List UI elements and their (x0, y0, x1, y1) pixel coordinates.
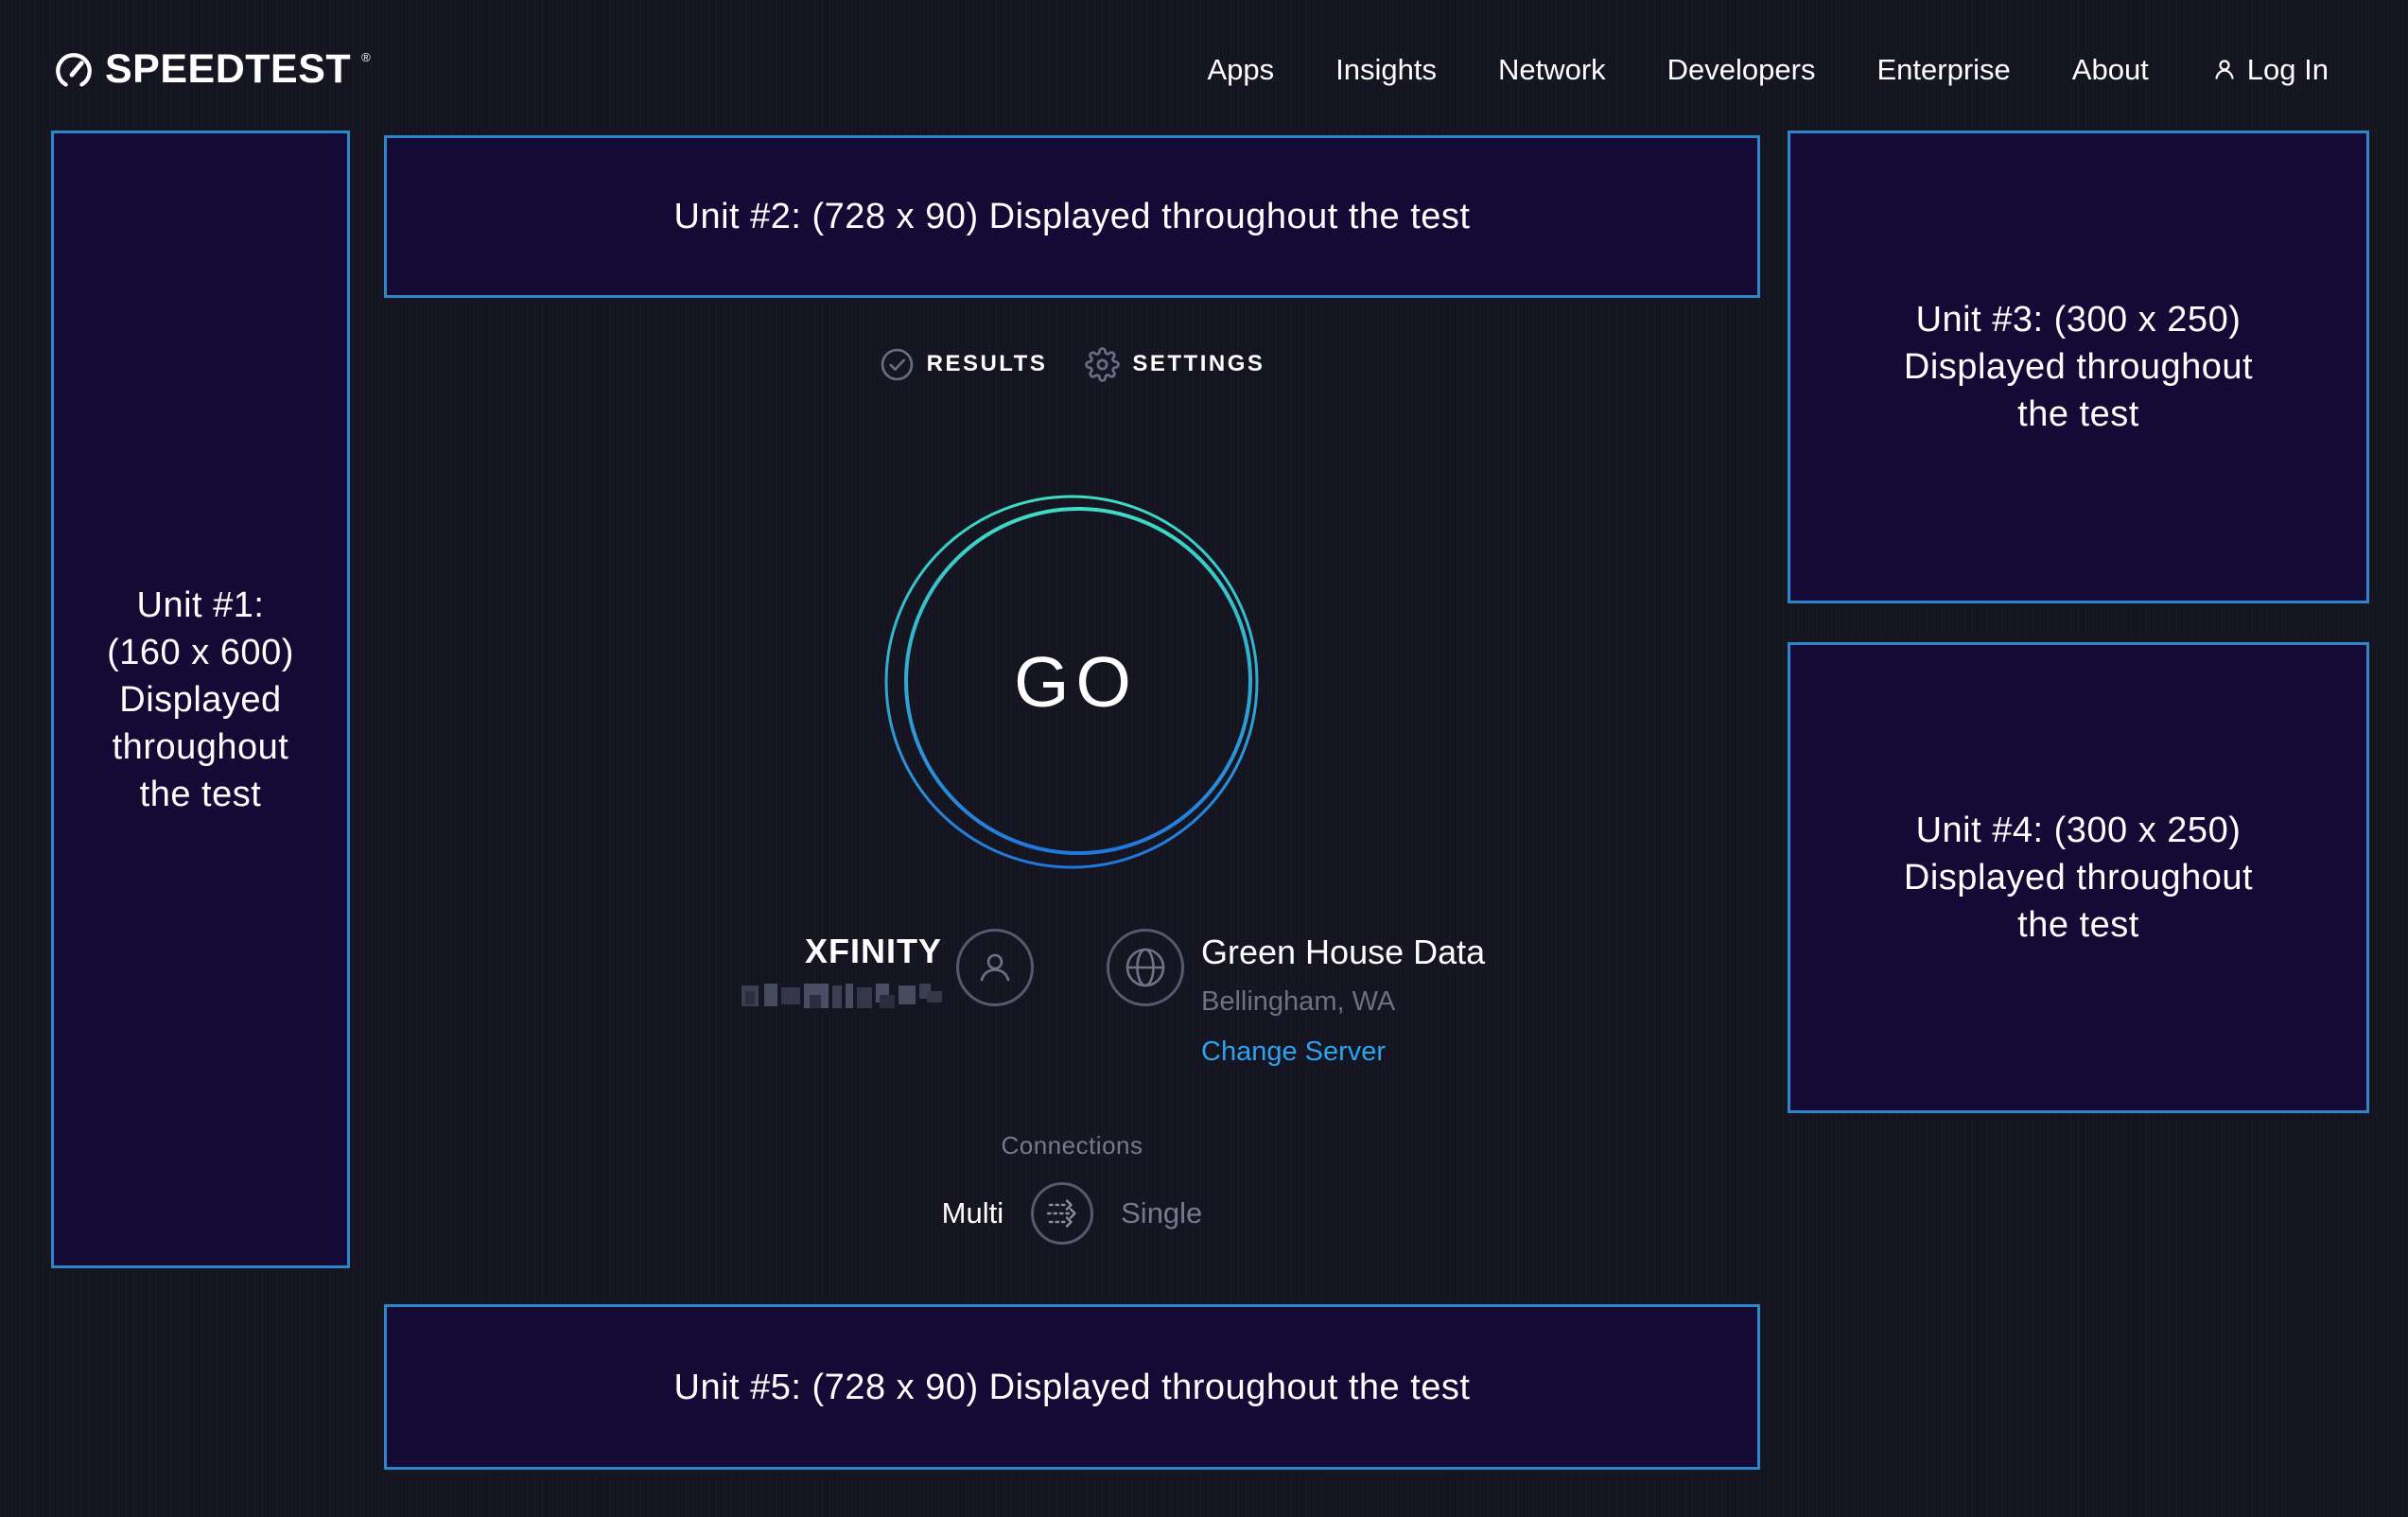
server-info: Green House Data Bellingham, WA Change S… (1201, 931, 1485, 1069)
multi-connection-arrows-icon (1040, 1192, 1084, 1235)
gear-icon (1085, 347, 1120, 382)
tab-results-label: RESULTS (927, 351, 1048, 377)
server-name: Green House Data (1201, 931, 1485, 974)
ad-unit-2[interactable]: Unit #2: (728 x 90) Displayed throughout… (384, 135, 1760, 298)
ad-unit-4-text: Unit #4: (300 x 250) Displayed throughou… (1904, 807, 2253, 949)
change-server-link[interactable]: Change Server (1201, 1035, 1386, 1069)
nav-item-insights[interactable]: Insights (1335, 53, 1437, 87)
ad-unit-5-text: Unit #5: (728 x 90) Displayed throughout… (674, 1364, 1471, 1411)
nav-item-developers[interactable]: Developers (1667, 53, 1816, 87)
connections-title: Connections (384, 1131, 1760, 1160)
globe-icon (1124, 946, 1167, 989)
gauge-icon (52, 49, 96, 93)
login-label: Log In (2247, 53, 2329, 87)
redacted-ip (742, 978, 942, 1012)
person-icon (973, 946, 1017, 989)
go-button[interactable]: GO (882, 493, 1261, 871)
go-button-label: GO (882, 493, 1261, 871)
connections-toggle-row: Multi Single (384, 1180, 1760, 1247)
connections-toggle-button[interactable] (1031, 1182, 1093, 1245)
nav-item-enterprise[interactable]: Enterprise (1876, 53, 2010, 87)
ad-unit-3-text: Unit #3: (300 x 250) Displayed throughou… (1904, 296, 2253, 438)
ad-unit-1[interactable]: Unit #1: (160 x 600) Displayed throughou… (51, 131, 350, 1268)
check-circle-icon (880, 347, 915, 382)
nav-links: Apps Insights Network Developers Enterpr… (1207, 53, 2329, 87)
tab-settings[interactable]: SETTINGS (1085, 347, 1265, 382)
ad-unit-5[interactable]: Unit #5: (728 x 90) Displayed throughout… (384, 1304, 1760, 1470)
top-nav-bar: SPEEDTEST ® Apps Insights Network Develo… (0, 0, 2408, 140)
ad-unit-3[interactable]: Unit #3: (300 x 250) Displayed throughou… (1788, 131, 2369, 603)
speedtest-page: SPEEDTEST ® Apps Insights Network Develo… (0, 0, 2408, 1517)
ad-unit-4[interactable]: Unit #4: (300 x 250) Displayed throughou… (1788, 642, 2369, 1113)
logo-text: SPEEDTEST (105, 47, 351, 91)
results-settings-tabs: RESULTS SETTINGS (384, 339, 1760, 390)
isp-info: XFINITY (615, 931, 942, 1017)
nav-item-about[interactable]: About (2072, 53, 2149, 87)
login-button[interactable]: Log In (2210, 53, 2329, 87)
connections-multi-option[interactable]: Multi (942, 1196, 1003, 1230)
server-location: Bellingham, WA (1201, 985, 1485, 1019)
nav-item-apps[interactable]: Apps (1207, 53, 1274, 87)
ad-unit-2-text: Unit #2: (728 x 90) Displayed throughout… (674, 193, 1471, 240)
tab-results[interactable]: RESULTS (880, 347, 1048, 382)
logo-trademark: ® (361, 51, 371, 63)
connections-single-option[interactable]: Single (1121, 1196, 1202, 1230)
tab-settings-label: SETTINGS (1132, 351, 1265, 377)
person-icon (2210, 56, 2239, 84)
isp-name: XFINITY (615, 931, 942, 972)
server-avatar (1107, 929, 1184, 1006)
nav-item-network[interactable]: Network (1498, 53, 1606, 87)
isp-avatar (956, 929, 1034, 1006)
ad-unit-1-text: Unit #1: (160 x 600) Displayed throughou… (107, 582, 294, 818)
speedtest-logo[interactable]: SPEEDTEST ® (52, 47, 371, 93)
